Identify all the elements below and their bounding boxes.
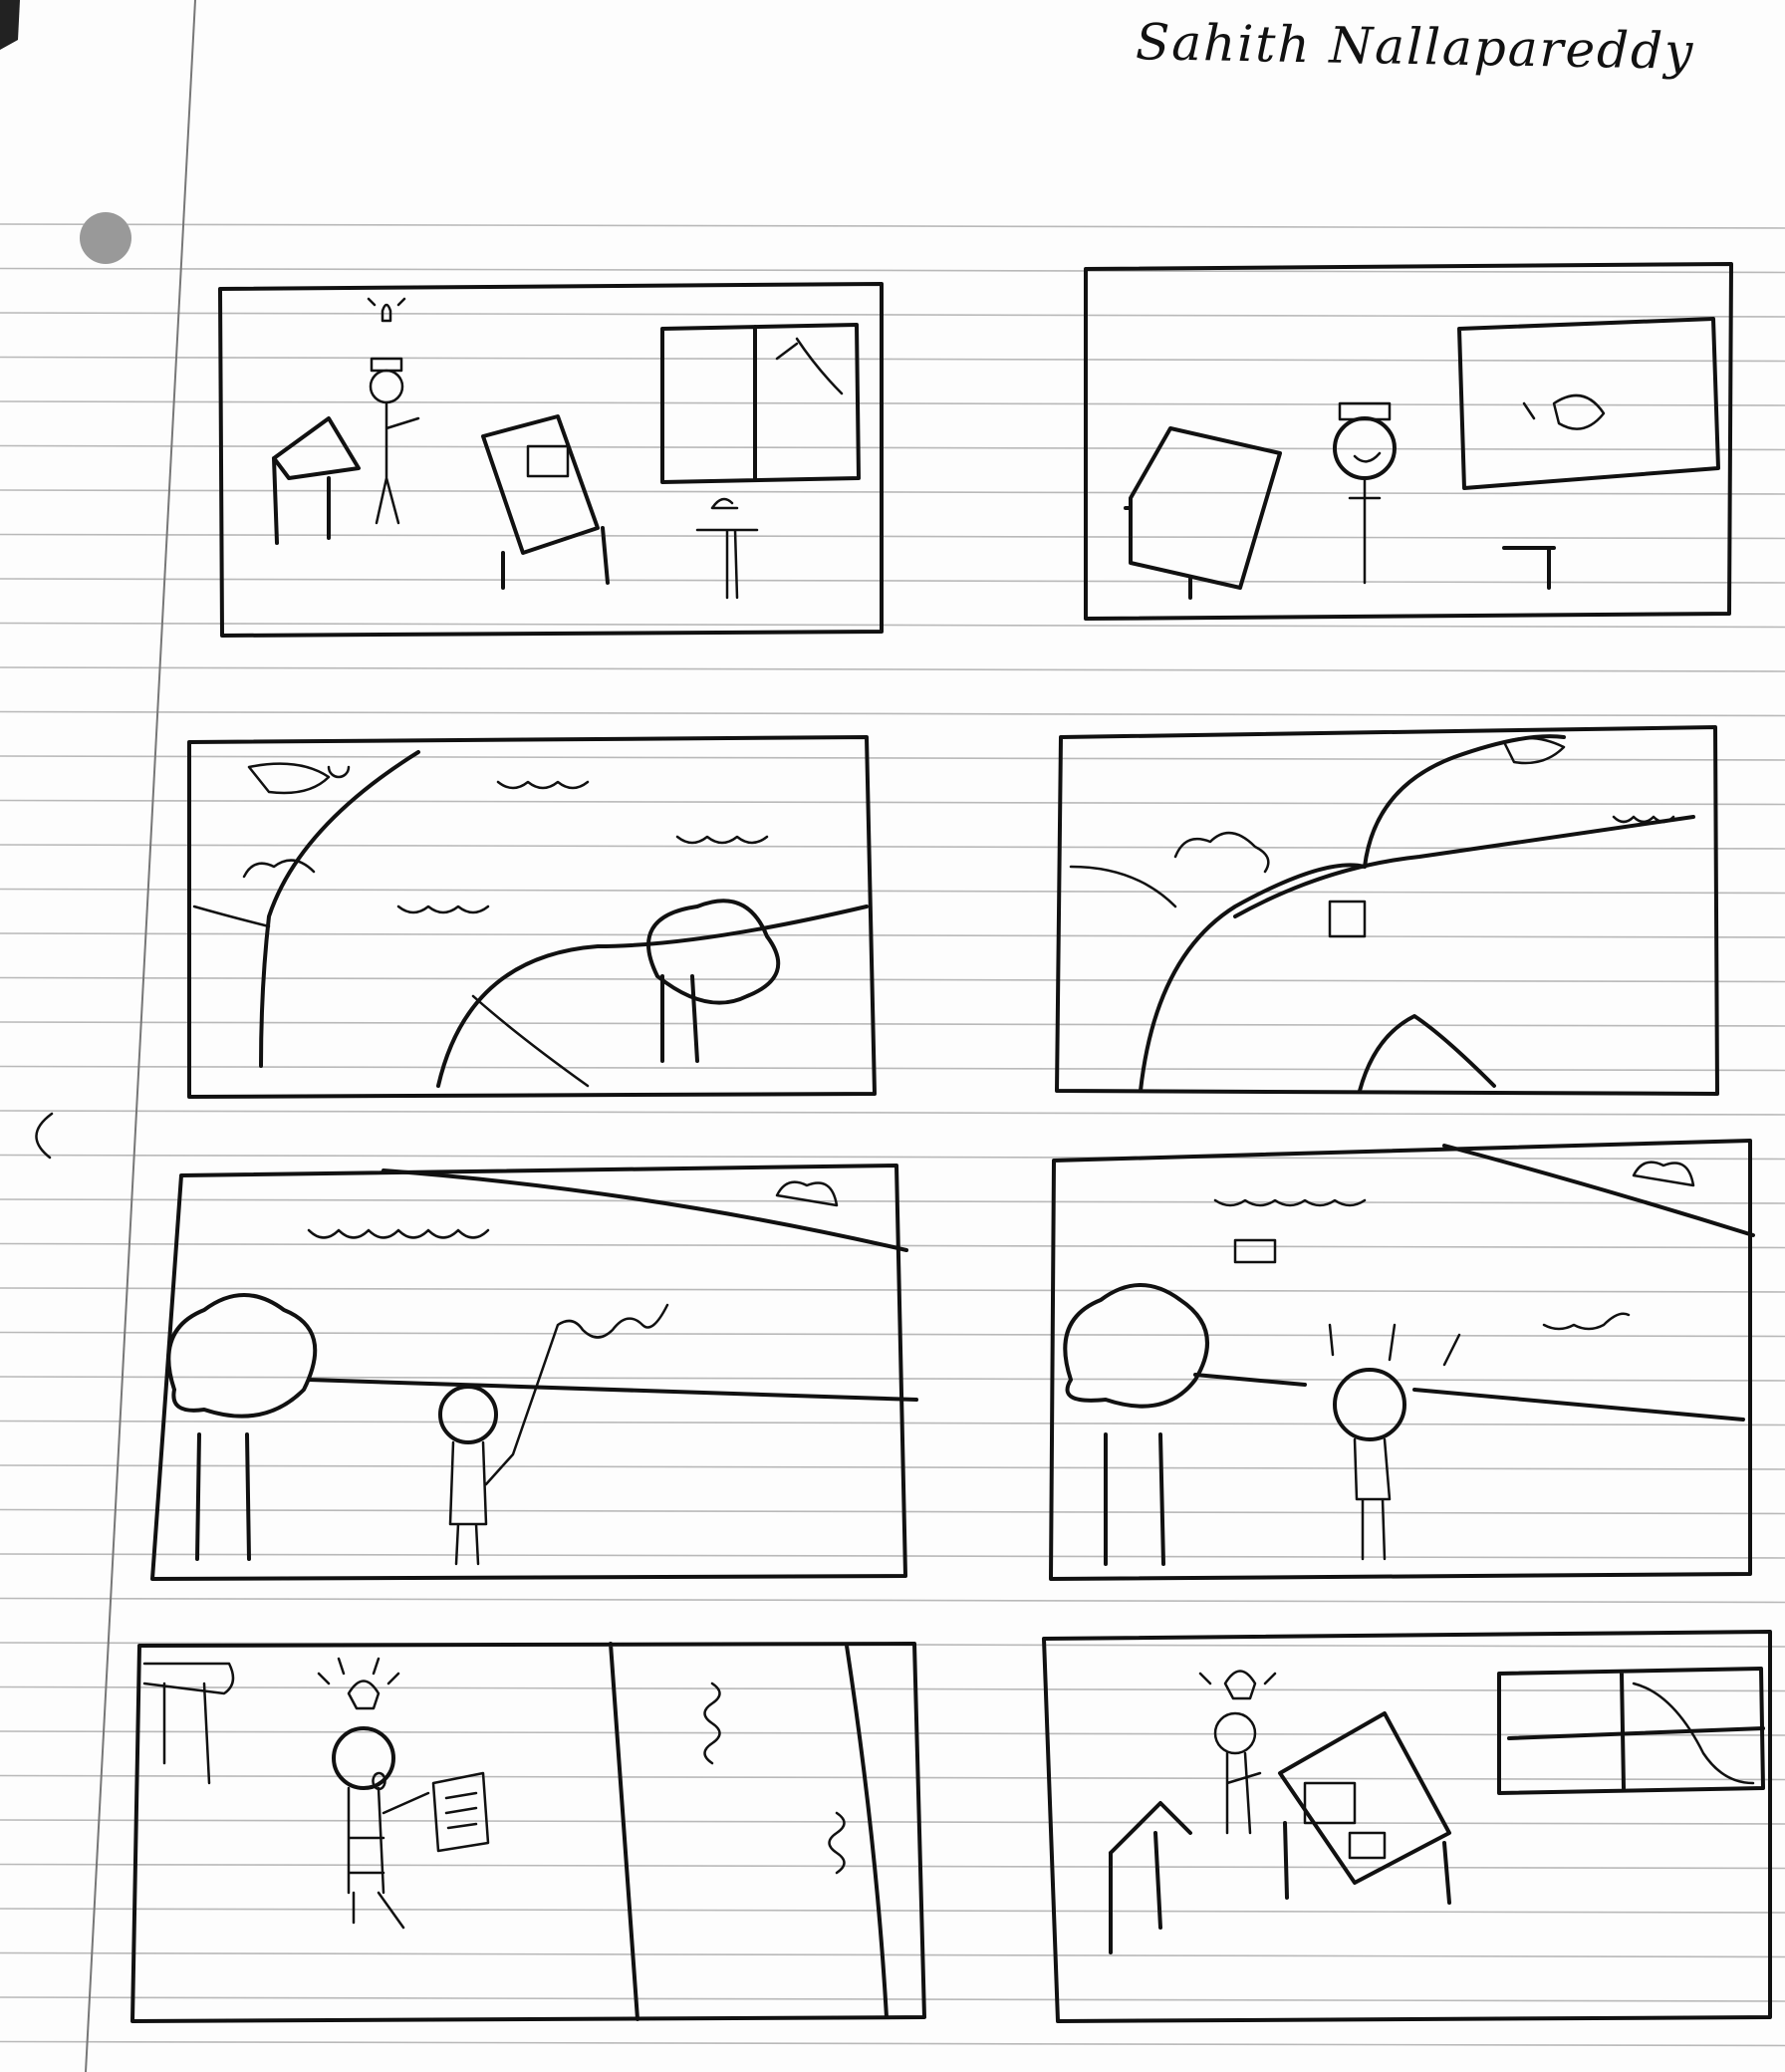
ruled-line	[0, 755, 1785, 761]
binder-hole-top	[80, 212, 131, 264]
notebook-page: Sahith Nallapareddy	[0, 0, 1785, 2072]
ruled-line	[0, 1774, 1785, 1781]
ruled-line	[0, 1154, 1785, 1161]
ruled-line	[0, 312, 1785, 318]
ruled-line	[0, 1464, 1785, 1470]
panel-3-flying-bird-landscape	[187, 735, 877, 1099]
ruled-line	[0, 267, 1785, 274]
ruled-line	[0, 533, 1785, 540]
panel-7-idea-with-paper	[130, 1642, 926, 2023]
ruled-line	[0, 799, 1785, 806]
ruled-line	[0, 1110, 1785, 1116]
ruled-line	[0, 1287, 1785, 1293]
ruled-line	[0, 1553, 1785, 1559]
ruled-line	[0, 1996, 1785, 2002]
ruled-line	[0, 710, 1785, 717]
binder-hole-middle	[35, 1112, 54, 1160]
panel-4-hills	[1055, 725, 1719, 1096]
ruled-line	[0, 622, 1785, 629]
ruled-line	[0, 223, 1785, 229]
ruled-line	[0, 1198, 1785, 1204]
page-corner-mark	[0, 0, 20, 50]
ruled-line	[0, 976, 1785, 983]
ruled-line	[0, 578, 1785, 584]
ruled-line	[0, 444, 1785, 451]
ruled-line	[0, 1951, 1785, 1958]
ruled-line	[0, 1065, 1785, 1072]
ruled-line	[0, 1021, 1785, 1027]
ruled-line	[0, 1819, 1785, 1825]
ruled-line	[0, 400, 1785, 406]
panel-1-room-scene	[218, 282, 884, 638]
ruled-line	[0, 1685, 1785, 1692]
ruled-line	[0, 1508, 1785, 1515]
author-signature: Sahith Nallapareddy	[1135, 13, 1695, 81]
ruled-line	[0, 1597, 1785, 1604]
ruled-line	[0, 1908, 1785, 1914]
ruled-line	[0, 489, 1785, 495]
ruled-line	[0, 844, 1785, 850]
ruled-line	[0, 1331, 1785, 1338]
ruled-line	[0, 1420, 1785, 1426]
margin-line	[85, 0, 196, 2072]
ruled-line	[0, 356, 1785, 363]
ruled-lines	[0, 223, 1785, 2047]
panel-5-person-pointing	[150, 1164, 918, 1581]
ruled-line	[0, 1863, 1785, 1870]
storyboard-sketch	[0, 0, 1785, 2072]
ruled-line	[0, 1376, 1785, 1382]
ruled-line	[0, 888, 1785, 895]
ruled-line	[0, 2040, 1785, 2047]
ruled-line	[0, 1730, 1785, 1736]
ruled-line	[0, 666, 1785, 672]
